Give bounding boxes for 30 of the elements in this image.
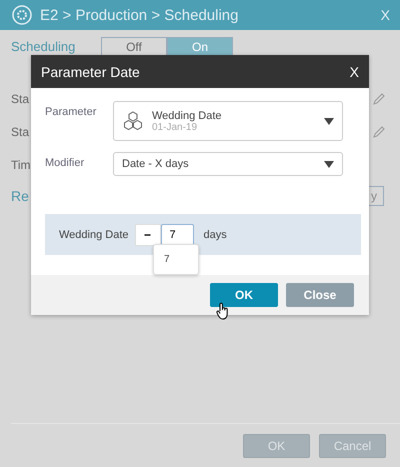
offset-label: Wedding Date	[59, 228, 129, 240]
modifier-select[interactable]: Date - X days	[113, 152, 343, 176]
field-label: Tim	[11, 158, 31, 172]
parameter-select[interactable]: Wedding Date 01-Jan-19	[113, 101, 343, 141]
days-input[interactable]: 7	[160, 224, 194, 246]
section-label: Re	[11, 188, 29, 204]
field-label: Modifier	[45, 156, 86, 169]
gear-icon	[12, 5, 32, 25]
modifier-value: Date - X days	[122, 158, 190, 170]
hexagons-icon	[122, 111, 144, 131]
pencil-icon[interactable]	[372, 124, 386, 138]
hand-cursor-icon	[216, 302, 230, 320]
parameter-name: Wedding Date	[152, 110, 223, 122]
pencil-icon[interactable]	[372, 92, 386, 106]
caret-icon	[324, 118, 334, 124]
ok-button[interactable]: OK	[210, 283, 278, 307]
caret-icon	[324, 160, 334, 168]
dialog-title: Parameter Date	[41, 64, 140, 80]
close-button[interactable]: X	[380, 7, 390, 23]
scheduling-label: Scheduling	[11, 38, 76, 54]
field-label: Sta	[11, 124, 30, 138]
sign-button[interactable]: −	[134, 224, 161, 246]
parameter-date: 01-Jan-19	[152, 122, 198, 132]
suggestion-item[interactable]: 7	[154, 251, 198, 268]
close-button[interactable]: X	[350, 64, 359, 80]
field-label: Parameter	[45, 105, 98, 118]
close-button[interactable]: Close	[286, 283, 354, 307]
unit-label: days	[204, 228, 227, 240]
window-title: E2 > Production > Scheduling	[40, 6, 240, 24]
field-label: Sta	[11, 92, 30, 106]
